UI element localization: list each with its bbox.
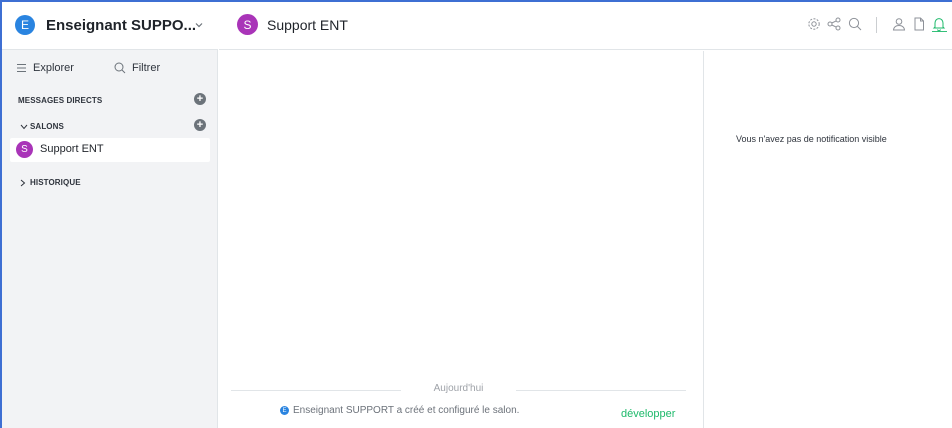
explorer-button[interactable]: Explorer <box>16 62 74 74</box>
day-divider-label: Aujourd'hui <box>433 383 484 394</box>
sidebar-toolbar: Explorer Filtrer <box>2 50 218 86</box>
user-icon[interactable] <box>890 15 908 33</box>
bell-icon[interactable] <box>930 15 948 33</box>
empty-notifications-text: Vous n'avez pas de notification visible <box>736 134 887 144</box>
section-rooms[interactable]: SALONS + <box>2 116 218 140</box>
explorer-label: Explorer <box>33 62 74 74</box>
chevron-down-icon[interactable] <box>194 20 204 30</box>
add-direct-message-icon[interactable]: + <box>194 93 206 105</box>
workspace-avatar: E <box>15 15 35 35</box>
chevron-down-icon <box>20 124 28 130</box>
message-list: Aujourd'hui E Enseignant SUPPORT a créé … <box>219 51 704 428</box>
chevron-right-icon <box>20 179 26 187</box>
filter-label: Filtrer <box>132 62 161 74</box>
workspace-name[interactable]: Enseignant SUPPO... <box>46 17 196 34</box>
notifications-panel: Vous n'avez pas de notification visible <box>705 51 952 428</box>
list-icon <box>17 64 26 72</box>
section-history[interactable]: HISTORIQUE <box>2 172 218 196</box>
filter-button[interactable]: Filtrer <box>114 62 160 74</box>
system-message-text: Enseignant SUPPORT a créé et configuré l… <box>293 405 520 416</box>
file-icon[interactable] <box>910 15 928 33</box>
room-header: S Support ENT <box>219 2 952 50</box>
room-avatar: S <box>16 141 33 158</box>
day-divider: Aujourd'hui <box>231 383 686 397</box>
toolbar-divider <box>876 17 877 33</box>
search-icon[interactable] <box>846 15 864 33</box>
share-icon[interactable] <box>825 15 843 33</box>
gear-icon[interactable] <box>805 15 823 33</box>
sidebar-item-support-ent[interactable]: S Support ENT <box>10 138 210 162</box>
room-label: Support ENT <box>40 143 104 155</box>
sidebar: E Enseignant SUPPO... Explorer Filtrer M… <box>2 2 218 428</box>
section-label: HISTORIQUE <box>30 178 81 187</box>
section-label: MESSAGES DIRECTS <box>18 96 103 105</box>
section-direct-messages[interactable]: MESSAGES DIRECTS + <box>2 90 218 114</box>
workspace-header[interactable]: E Enseignant SUPPO... <box>2 2 218 50</box>
room-title: Support ENT <box>267 17 348 33</box>
divider-line <box>516 390 686 391</box>
expand-link[interactable]: développer <box>621 408 675 420</box>
system-message: E Enseignant SUPPORT a créé et configuré… <box>280 405 519 416</box>
room-avatar: S <box>237 14 258 35</box>
avatar: E <box>280 406 289 415</box>
section-label: SALONS <box>30 122 64 131</box>
search-icon <box>114 62 126 74</box>
add-room-icon[interactable]: + <box>194 119 206 131</box>
